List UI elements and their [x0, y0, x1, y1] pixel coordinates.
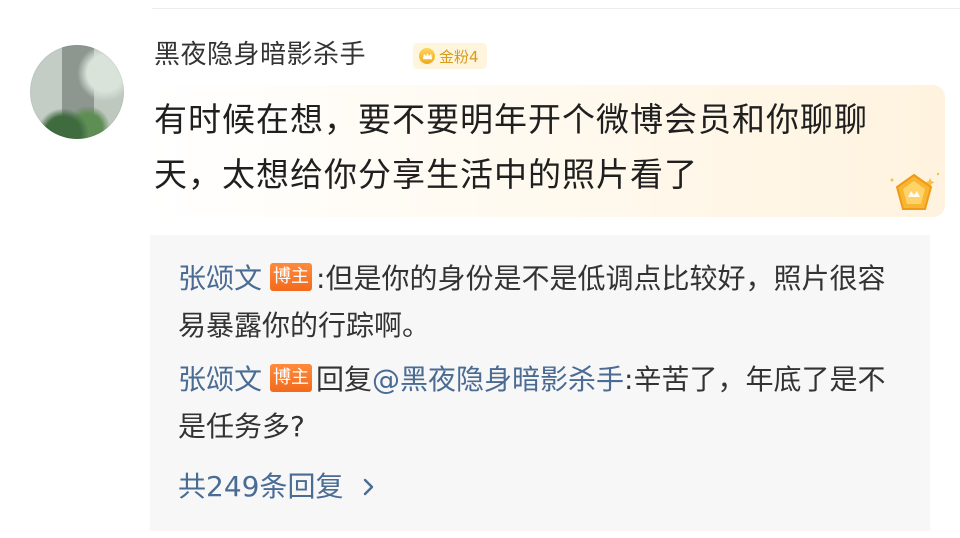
- reply-author[interactable]: 张颂文: [178, 363, 262, 396]
- comment-text: 有时候在想，要不要明年开个微博会员和你聊聊天，太想给你分享生活中的照片看了: [154, 100, 868, 194]
- fan-badge[interactable]: 金粉4: [413, 43, 487, 69]
- reply-author[interactable]: 张颂文: [178, 262, 262, 295]
- avatar[interactable]: [30, 45, 124, 139]
- comment-username[interactable]: 黑夜隐身暗影杀手: [154, 38, 366, 72]
- top-divider: [152, 8, 960, 9]
- blogger-badge: 博主: [270, 364, 313, 392]
- fan-badge-label: 金粉4: [439, 47, 479, 66]
- reply-item[interactable]: 张颂文 博主:但是你的身份是不是低调点比较好，照片很容易暴露你的行踪啊。: [178, 255, 898, 349]
- vip-crown-icon: [890, 172, 940, 210]
- reply-prefix: 回复: [316, 363, 373, 396]
- reply-item[interactable]: 张颂文 博主 回复@黑夜隐身暗影杀手:辛苦了，年底了是不是任务多?: [178, 356, 898, 450]
- reply-mention[interactable]: @黑夜隐身暗影杀手: [372, 363, 624, 396]
- chevron-right-icon: [364, 478, 374, 496]
- more-replies-label: 共249条回复: [178, 470, 344, 503]
- blogger-badge: 博主: [270, 263, 313, 291]
- more-replies-link[interactable]: 共249条回复: [178, 467, 379, 507]
- crown-icon: [419, 48, 435, 64]
